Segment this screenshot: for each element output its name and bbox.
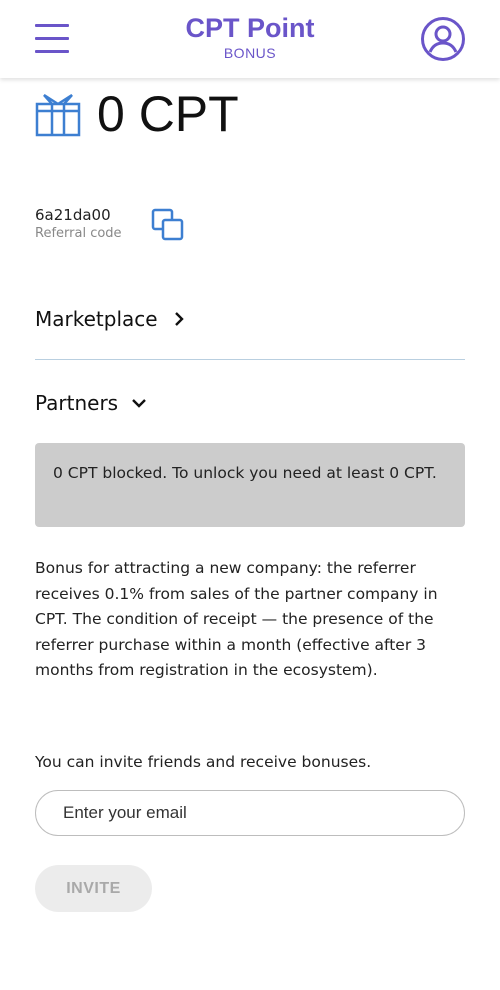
referral-code: 6a21da00 <box>35 206 111 224</box>
section-partners[interactable]: Partners <box>35 390 146 416</box>
invite-text: You can invite friends and receive bonus… <box>35 753 372 771</box>
marketplace-label: Marketplace <box>35 307 158 331</box>
referral-block: 6a21da00 Referral code <box>35 205 122 243</box>
referral-label: Referral code <box>35 226 122 241</box>
bonus-description: Bonus for attracting a new company: the … <box>35 559 438 679</box>
partners-label: Partners <box>35 391 119 415</box>
blocked-notice: 0 CPT blocked. To unlock you need at lea… <box>35 443 465 527</box>
app-header: CPT Point BONUS <box>0 0 500 78</box>
section-marketplace[interactable]: Marketplace <box>35 306 186 332</box>
copy-icon[interactable] <box>151 208 185 242</box>
gift-icon <box>35 93 81 137</box>
user-circle-icon[interactable] <box>420 16 466 62</box>
balance-value: 0 CPT <box>97 86 239 142</box>
chevron-down-icon <box>132 399 146 408</box>
invite-button[interactable]: INVITE <box>35 865 152 912</box>
divider <box>35 359 465 360</box>
chevron-right-icon <box>174 312 184 326</box>
balance-display: 0 CPT <box>35 86 239 142</box>
email-input[interactable] <box>35 790 465 836</box>
